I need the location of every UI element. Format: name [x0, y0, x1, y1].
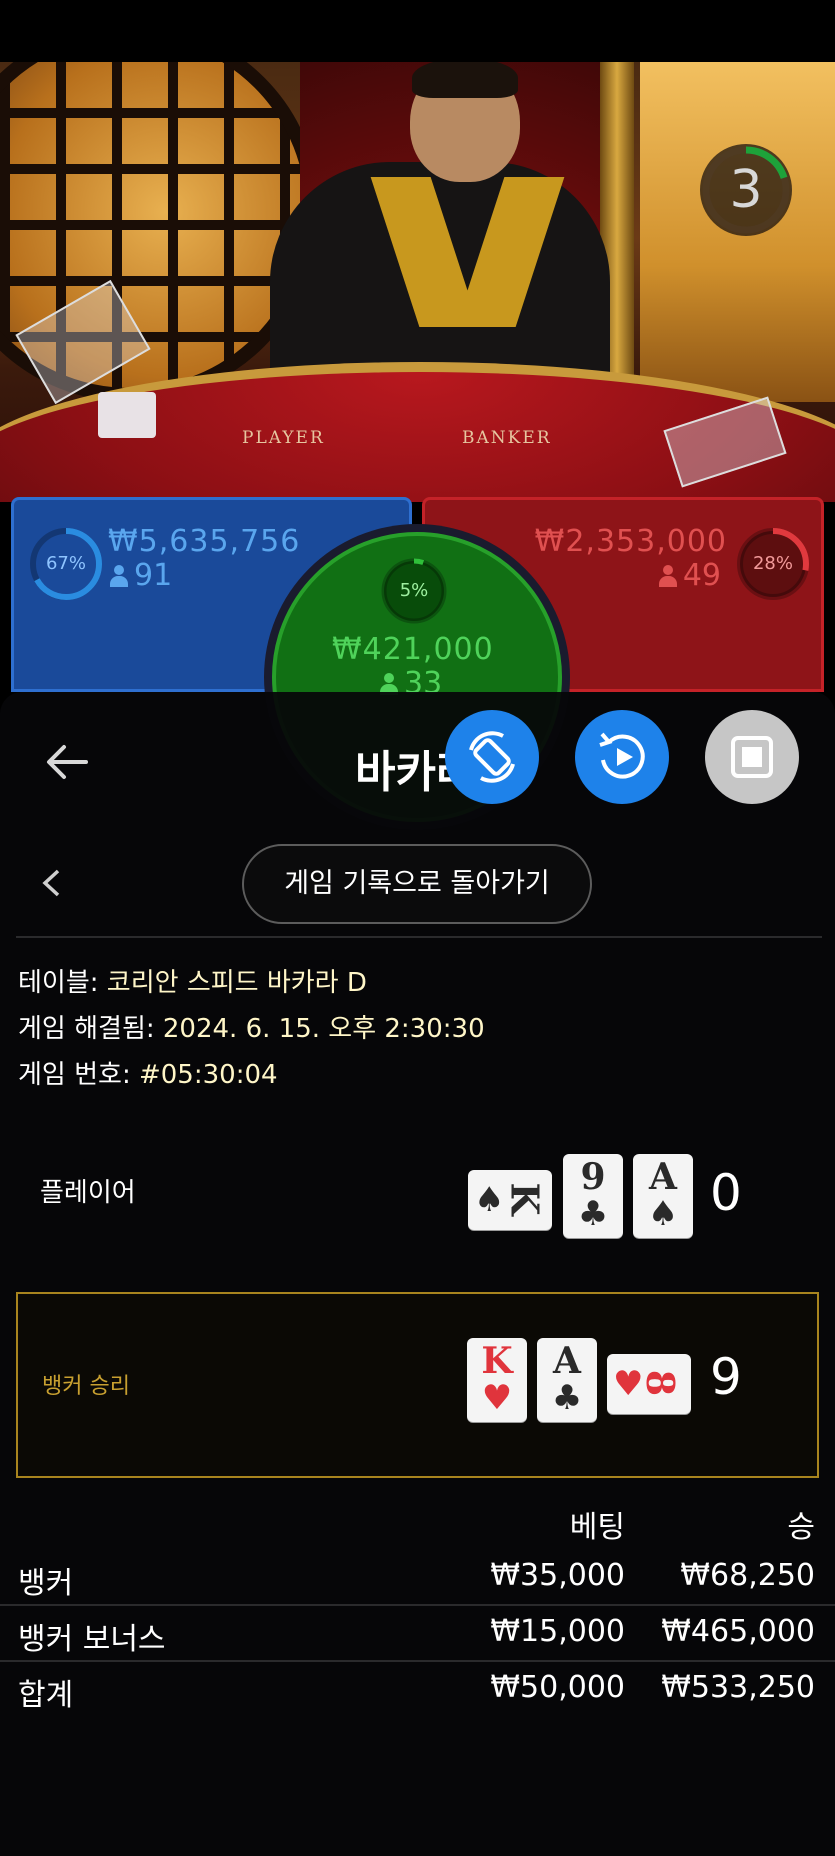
banker-card: K ♥	[467, 1338, 527, 1422]
player-count-value: 91	[134, 558, 173, 593]
countdown-timer: 3	[700, 144, 792, 236]
rotate-view-button[interactable]	[445, 710, 539, 804]
banker-count-value: 49	[682, 558, 721, 593]
tie-percent: 5%	[399, 580, 429, 601]
card-rank: K	[502, 1182, 548, 1216]
card-rank: K	[481, 1340, 513, 1382]
winner-highlight	[16, 1292, 819, 1478]
table-info-label: 테이블:	[18, 968, 99, 998]
banker-win-label: 뱅커 승리	[42, 1374, 130, 1399]
card-stack	[98, 392, 156, 438]
player-card: ♠ K	[468, 1170, 552, 1230]
game-number-value: #05:30:04	[138, 1060, 278, 1090]
banker-percent-ring: 28%	[735, 526, 811, 602]
heart-icon: ♥	[481, 1378, 513, 1418]
resolved-info-value: 2024. 6. 15. 오후 2:30:30	[162, 1014, 485, 1044]
game-number-info: 게임 번호: #05:30:04	[18, 1054, 278, 1091]
table-info: 테이블: 코리안 스피드 바카라 D	[18, 962, 367, 999]
row-win: ₩533,250	[661, 1670, 815, 1705]
card-rank: A	[553, 1340, 581, 1382]
card-rank: 9	[580, 1156, 606, 1198]
chevron-left-icon[interactable]	[40, 868, 62, 898]
game-history-sheet: 바카라 게임 기록으로 돌아가기 테이블: 코리안 스피드 바카라 D 게임 해…	[0, 692, 835, 1856]
back-to-history-button[interactable]: 게임 기록으로 돌아가기	[242, 844, 592, 924]
game-number-label: 게임 번호:	[18, 1060, 131, 1090]
table-banker-text: BANKER	[462, 428, 552, 448]
banker-percent: 28%	[752, 553, 793, 574]
video-replay-button[interactable]	[575, 710, 669, 804]
live-video-feed: PLAYER BANKER 3	[0, 62, 835, 502]
banker-card: ♥ 8	[607, 1354, 691, 1414]
row-name: 뱅커	[18, 1566, 74, 1601]
player-score: 0	[710, 1164, 742, 1222]
stop-icon	[731, 736, 773, 778]
row-bet: ₩35,000	[490, 1558, 625, 1593]
divider	[16, 936, 822, 938]
banker-count: 49	[658, 558, 721, 593]
back-arrow-icon[interactable]	[44, 742, 88, 782]
player-row-label: 플레이어	[40, 1178, 136, 1208]
header-bet: 베팅	[569, 1510, 625, 1545]
card-rank: 8	[638, 1369, 684, 1397]
banker-amount: ₩2,353,000	[534, 524, 727, 559]
spade-icon: ♠	[647, 1194, 679, 1234]
row-name: 합계	[18, 1678, 74, 1713]
player-count: 91	[110, 558, 172, 593]
resolved-info-label: 게임 해결됨:	[18, 1014, 155, 1044]
row-name: 뱅커 보너스	[18, 1622, 166, 1657]
person-icon	[110, 565, 128, 587]
club-icon: ♣	[577, 1194, 609, 1234]
resolved-info: 게임 해결됨: 2024. 6. 15. 오후 2:30:30	[18, 1008, 485, 1045]
row-divider	[0, 1604, 835, 1606]
club-icon: ♣	[551, 1378, 583, 1418]
row-bet: ₩15,000	[490, 1614, 625, 1649]
player-card: A ♠	[633, 1154, 693, 1238]
person-icon	[658, 565, 677, 587]
dealer-hair	[412, 62, 518, 98]
timer-value: 3	[729, 160, 763, 220]
table-player-text: PLAYER	[242, 428, 325, 448]
stop-button[interactable]	[705, 710, 799, 804]
rotate-icon	[469, 731, 515, 783]
row-bet: ₩50,000	[490, 1670, 625, 1705]
play-rotate-icon	[599, 732, 645, 779]
row-divider	[0, 1660, 835, 1662]
tie-amount: ₩421,000	[332, 632, 494, 667]
tie-percent-ring: 5%	[379, 556, 449, 626]
player-percent: 67%	[45, 553, 86, 574]
player-percent-ring: 67%	[28, 526, 104, 602]
row-win: ₩68,250	[680, 1558, 815, 1593]
banker-card: A ♣	[537, 1338, 597, 1422]
header-win: 승	[787, 1510, 815, 1545]
player-card: 9 ♣	[563, 1154, 623, 1238]
player-amount: ₩5,635,756	[108, 524, 301, 559]
card-rank: A	[649, 1156, 677, 1198]
table-info-value: 코리안 스피드 바카라 D	[106, 968, 367, 998]
banker-score: 9	[710, 1348, 742, 1406]
row-win: ₩465,000	[661, 1614, 815, 1649]
